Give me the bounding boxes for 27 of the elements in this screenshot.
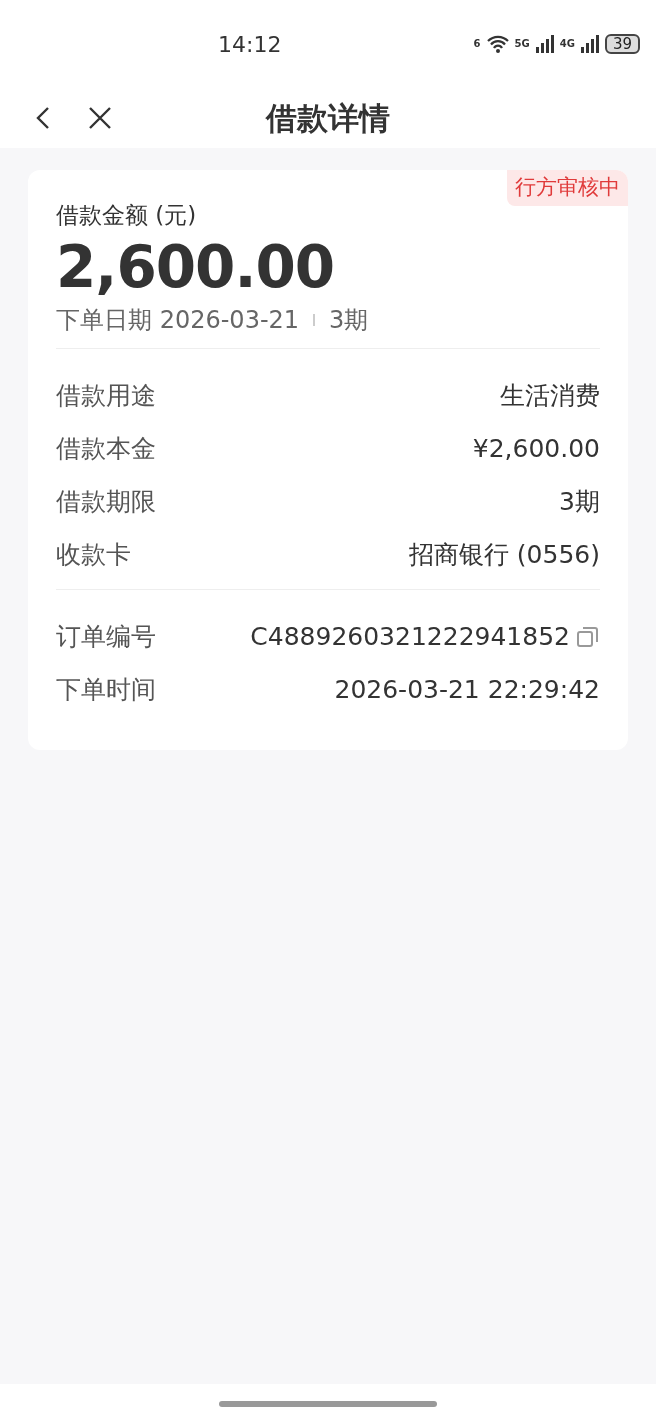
amount-label: 借款金额 (元): [56, 201, 198, 230]
wifi-label: 6: [473, 39, 481, 49]
page-title: 借款详情: [266, 98, 390, 138]
row-value: ¥2,600.00: [472, 432, 600, 465]
row-value: 招商银行 (0556): [408, 538, 600, 571]
network-label: 5G: [514, 39, 530, 49]
row-label: 借款本金: [56, 432, 156, 465]
row-value: C4889260321222941852: [250, 620, 570, 653]
status-tag: 行方审核中: [507, 170, 628, 206]
copy-icon[interactable]: [576, 624, 600, 649]
order-date: 下单日期 2026-03-21: [56, 305, 300, 337]
signal-icon: [535, 35, 554, 53]
row-label: 借款期限: [56, 485, 156, 518]
row-value: 生活消费: [500, 379, 600, 412]
term-text: 3期: [329, 305, 369, 337]
signal-icon: [580, 35, 599, 53]
status-time: 14:12: [218, 30, 282, 59]
network-label: 4G: [559, 39, 575, 49]
row-label: 借款用途: [56, 379, 156, 412]
amount-value: 2,600.00: [56, 232, 336, 303]
row-value: 2026-03-21 22:29:42: [334, 673, 600, 706]
wifi-icon: [486, 35, 509, 53]
row-value: 3期: [559, 485, 600, 518]
row-label: 下单时间: [56, 673, 156, 706]
battery-level: 39: [604, 34, 640, 54]
row-label: 收款卡: [56, 538, 131, 571]
row-label: 订单编号: [56, 620, 156, 653]
